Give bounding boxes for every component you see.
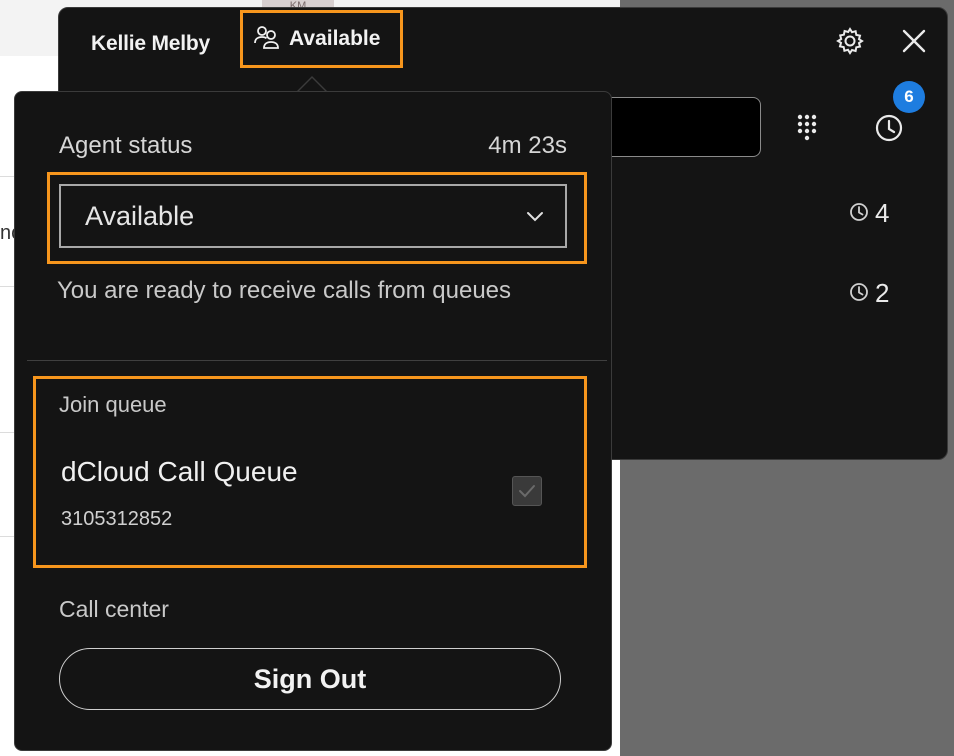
call-history-button[interactable]	[871, 110, 907, 146]
gear-icon[interactable]	[835, 26, 865, 56]
call-center-label: Call center	[59, 596, 169, 622]
queue-count-value: 4	[875, 198, 890, 228]
keypad-icon[interactable]	[795, 113, 823, 143]
chevron-down-icon	[523, 204, 547, 228]
join-queue-label: Join queue	[59, 392, 167, 417]
clock-icon	[871, 114, 907, 150]
queue-number: 3105312852	[61, 508, 173, 530]
close-icon[interactable]	[899, 26, 929, 56]
agent-status-label: Agent status	[59, 132, 193, 159]
queue-waiting-count: 2	[849, 278, 889, 309]
status-description: You are ready to receive calls from queu…	[57, 277, 512, 304]
agent-status-select-value: Available	[85, 200, 195, 231]
queue-waiting-count: 4	[849, 198, 889, 229]
section-divider	[27, 360, 607, 361]
queue-name: dCloud Call Queue	[61, 456, 298, 487]
history-badge: 6	[893, 81, 925, 113]
people-icon	[253, 23, 281, 56]
join-queue-checkbox[interactable]	[512, 476, 542, 506]
user-name: Kellie Melby	[91, 32, 210, 55]
queue-count-value: 2	[875, 278, 890, 308]
sign-out-button[interactable]: Sign Out	[59, 648, 561, 710]
dial-input[interactable]	[599, 97, 761, 157]
agent-status-select[interactable]: Available	[59, 184, 567, 248]
agent-status-button-label: Available	[289, 27, 381, 50]
clock-icon	[849, 278, 869, 309]
clock-icon	[849, 198, 869, 229]
agent-status-button[interactable]: Available	[240, 10, 403, 68]
status-timer: 4m 23s	[488, 132, 567, 159]
checkbox-check-icon	[513, 485, 541, 509]
agent-status-popover: Agent status 4m 23s Available You are re…	[14, 91, 612, 751]
